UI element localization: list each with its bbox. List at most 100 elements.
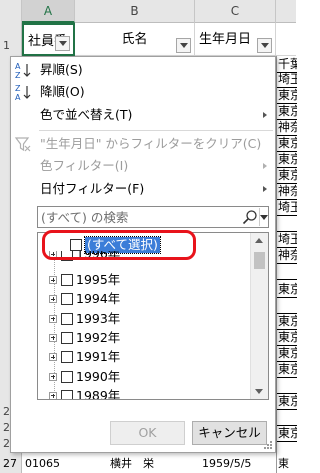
column-header-row: A B C — [0, 0, 296, 23]
cell-prefecture[interactable] — [277, 410, 297, 426]
cell-prefecture[interactable]: 東京 — [277, 362, 297, 378]
menu-item-label: 昇順(S) — [40, 62, 83, 77]
menu-item-label: 色で並べ替え(T) — [40, 107, 133, 122]
date-filter-item[interactable]: 日付フィルター(F) — [11, 178, 275, 200]
column-header-a[interactable]: A — [22, 0, 75, 23]
svg-text:A: A — [15, 93, 21, 101]
select-all-corner[interactable] — [0, 0, 22, 23]
cell-prefecture[interactable]: 東京 — [277, 152, 297, 168]
chevron-down-icon — [58, 41, 67, 46]
submenu-arrow-icon — [263, 163, 267, 169]
scrollbar-thumb[interactable] — [254, 252, 265, 269]
ok-button[interactable]: OK — [110, 421, 185, 445]
expand-icon[interactable] — [49, 295, 57, 304]
svg-text:Z: Z — [15, 84, 21, 93]
year-checkbox[interactable] — [61, 331, 73, 344]
sort-by-color-item[interactable]: 色で並べ替え(T) — [11, 104, 275, 126]
svg-text:A: A — [15, 62, 21, 71]
cell-prefecture[interactable]: 東京 — [277, 346, 297, 362]
search-icon[interactable] — [242, 209, 258, 225]
tree-item-label: 1995年 — [76, 272, 121, 287]
column-d-partial: 千葉埼玉東京東京神奈東京東京東京神奈埼玉埼玉神奈東京東京東京東京東京東京東京 — [276, 56, 297, 473]
year-checkbox[interactable] — [61, 389, 73, 399]
chevron-down-icon — [179, 43, 188, 48]
cancel-button[interactable]: キャンセル — [192, 421, 267, 445]
sort-descending-item[interactable]: Z A 降順(O) — [11, 81, 275, 103]
cell-prefecture[interactable]: 東京 — [277, 88, 297, 104]
column-header-b[interactable]: B — [75, 0, 195, 23]
expand-icon[interactable] — [49, 333, 57, 342]
cell-prefecture[interactable]: 神奈 — [277, 248, 297, 264]
year-checkbox[interactable] — [61, 293, 73, 306]
search-input[interactable] — [41, 208, 237, 226]
cell-prefecture[interactable]: 神奈 — [277, 184, 297, 200]
cell-prefecture[interactable]: 東京 — [278, 455, 296, 473]
header-cell-label: 氏名 — [121, 32, 148, 47]
cell-prefecture[interactable]: 埼玉 — [277, 232, 297, 248]
cell-prefecture[interactable]: 東京 — [277, 104, 297, 120]
submenu-arrow-icon — [263, 112, 267, 118]
tree-item-year[interactable]: 1992年 — [38, 329, 250, 347]
cell-prefecture[interactable]: 神奈 — [277, 120, 297, 136]
cell-prefecture[interactable] — [277, 378, 297, 394]
tree-item-year[interactable]: 1994年 — [38, 290, 250, 308]
expand-icon[interactable] — [49, 372, 57, 381]
scroll-down-arrow-icon[interactable] — [255, 389, 263, 394]
filter-dropdown-button[interactable] — [55, 36, 70, 51]
submenu-arrow-icon — [263, 186, 267, 192]
tree-item-label: 1991年 — [76, 349, 121, 365]
filter-search-box[interactable] — [37, 206, 269, 228]
cell-prefecture[interactable]: 東京 — [277, 314, 297, 330]
year-checkbox[interactable] — [61, 312, 73, 325]
tree-item-year[interactable]: 1991年 — [38, 348, 250, 366]
cell-birthdate[interactable]: 1959/5/5 — [202, 455, 251, 473]
resize-grip-icon[interactable] — [263, 440, 273, 450]
year-checkbox[interactable] — [61, 370, 73, 383]
cell-prefecture[interactable]: 東京 — [277, 394, 297, 410]
expand-icon[interactable] — [49, 276, 57, 284]
cell-prefecture[interactable]: 埼玉 — [277, 200, 297, 216]
row-number[interactable]: 1 — [0, 39, 22, 52]
cell-name[interactable]: 横井 栄 — [110, 455, 154, 473]
tree-item-label: 1993年 — [76, 310, 121, 326]
search-options-dropdown[interactable] — [259, 208, 268, 226]
header-cell-label: 生年月日 — [199, 32, 252, 47]
cell-prefecture[interactable] — [277, 264, 297, 280]
column-header-c[interactable]: C — [195, 0, 276, 23]
sort-ascending-icon: A Z — [15, 62, 31, 79]
header-cell-birthdate[interactable]: 生年月日 — [195, 23, 276, 56]
cell-prefecture[interactable]: 千葉 — [277, 57, 297, 73]
cell-prefecture[interactable]: 東京 — [277, 330, 297, 346]
clear-filter-item: "生年月日" からフィルターをクリア(C) — [11, 133, 275, 155]
tree-item-year[interactable]: 1995年 — [38, 271, 250, 289]
tree-vertical-scrollbar[interactable] — [250, 233, 268, 399]
tree-item-label: 1992年 — [76, 329, 121, 345]
expand-icon[interactable] — [49, 353, 57, 362]
expand-icon[interactable] — [49, 391, 57, 399]
header-cell-name[interactable]: 氏名 — [75, 23, 195, 56]
year-checkbox[interactable] — [61, 274, 73, 286]
menu-item-label: 日付フィルター(F) — [40, 181, 145, 196]
table-header-row: 社員番号 氏名 生年月日 — [22, 23, 296, 82]
cell-prefecture[interactable]: 東京 — [277, 282, 297, 298]
expand-icon[interactable] — [49, 314, 57, 323]
cell-prefecture[interactable]: 東京 — [277, 426, 297, 442]
svg-text:Z: Z — [15, 71, 21, 79]
cell-prefecture[interactable] — [277, 216, 297, 232]
scroll-up-arrow-icon[interactable] — [255, 238, 263, 243]
tree-item-year[interactable]: 1989年 — [38, 387, 250, 399]
cell-prefecture[interactable]: 東京 — [277, 136, 297, 152]
tree-item-year[interactable]: 1993年 — [38, 310, 250, 328]
cell-prefecture[interactable]: 埼玉 — [277, 72, 297, 88]
cell-employee-id[interactable]: 01065 — [25, 455, 60, 473]
cell-prefecture[interactable]: 東京 — [277, 168, 297, 184]
header-cell-employee-id[interactable]: 社員番号 — [22, 23, 75, 82]
sort-ascending-item[interactable]: A Z 昇順(S) — [11, 59, 275, 81]
filter-dropdown-button[interactable] — [176, 38, 191, 53]
row-number[interactable]: 27 — [3, 455, 17, 473]
tree-item-year[interactable]: 1990年 — [38, 368, 250, 386]
year-checkbox[interactable] — [61, 351, 73, 364]
cell-prefecture[interactable] — [277, 298, 297, 314]
filter-dropdown-button[interactable] — [257, 38, 272, 53]
table-row: 27 01065 横井 栄 1959/5/5 東京 — [0, 455, 296, 473]
